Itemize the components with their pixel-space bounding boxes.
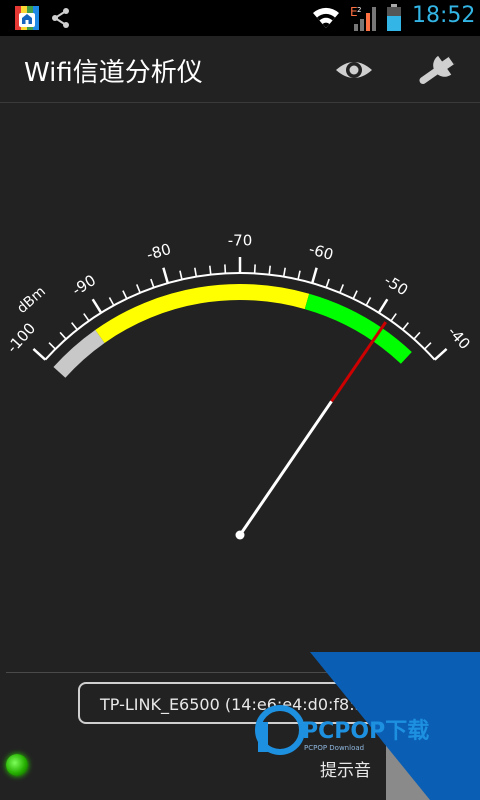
clock: 18:52 [412, 3, 476, 28]
pcpop-watermark: PCPOP下载 PCPOP Download [255, 652, 480, 800]
wrench-icon[interactable] [410, 48, 464, 92]
gauge-minor-tick [194, 267, 198, 277]
gauge-minor-tick [402, 322, 409, 331]
gauge-minor-tick [108, 297, 115, 306]
gauge-minor-tick [135, 284, 141, 294]
gauge-minor-tick [83, 313, 90, 322]
gauge-minor-tick [208, 265, 212, 275]
gauge-minor-tick [282, 267, 286, 277]
gauge-needle [235, 321, 387, 540]
gauge-minor-tick [413, 331, 421, 340]
eye-icon[interactable] [330, 50, 378, 90]
gauge-major-tick [377, 298, 389, 314]
gauge-major-tick [91, 298, 103, 314]
gauge-zone-2 [304, 293, 412, 364]
battery-icon [387, 4, 401, 31]
gauge-unit-label: dBm [14, 284, 49, 317]
status-led [6, 754, 28, 776]
gauge-zone-0 [53, 329, 105, 378]
app-store-icon [15, 6, 39, 30]
gauge-minor-tick [424, 342, 432, 350]
needle-pivot [235, 530, 245, 540]
gauge-major-tick [311, 267, 318, 284]
gauge-minor-tick [150, 278, 155, 288]
status-bar: E 2 18:52 [0, 0, 480, 36]
wifi-icon [313, 7, 339, 28]
gauge-minor-tick [59, 331, 67, 340]
gauge-tick-label: -80 [145, 240, 174, 264]
signal-gauge: -100-90-80 -70 -60-50-40 dBm [3, 232, 474, 540]
gauge-tick-label: -40 [444, 323, 474, 353]
watermark-sub: PCPOP Download [304, 744, 364, 752]
gauge-zone-1 [95, 284, 310, 343]
signal-icon: E 2 [350, 4, 378, 32]
gauge-minor-tick [297, 270, 301, 280]
gauge-minor-tick [48, 342, 56, 350]
gauge-minor-tick [122, 290, 128, 300]
watermark-brand: PCPOP下载 [302, 718, 429, 744]
gauge-major-tick [433, 348, 448, 361]
action-bar: Wifi信道分析仪 [0, 36, 480, 103]
needle-shaft [238, 400, 333, 536]
gauge-minor-tick [325, 278, 330, 288]
needle-tip [330, 321, 387, 403]
gauge-minor-tick [224, 264, 227, 274]
app-title: Wifi信道分析仪 [24, 58, 203, 88]
gauge-minor-tick [179, 270, 183, 280]
gauge-minor-tick [339, 284, 345, 294]
gauge-minor-tick [71, 322, 78, 331]
share-icon [52, 8, 69, 28]
gauge-tick-label: -50 [381, 271, 411, 299]
gauge-tick-label: -90 [69, 271, 99, 299]
gauge-minor-tick [390, 313, 397, 322]
gauge-tick-label: -60 [307, 240, 336, 264]
gauge-minor-tick [268, 265, 272, 275]
gauge-minor-tick [352, 290, 358, 300]
gauge-major-tick [32, 348, 47, 361]
svg-text:2: 2 [357, 6, 361, 14]
gauge-tick-label: -70 [228, 232, 253, 250]
gauge-major-tick [162, 267, 169, 284]
gauge-minor-tick [253, 264, 256, 274]
gauge-minor-tick [365, 297, 372, 306]
